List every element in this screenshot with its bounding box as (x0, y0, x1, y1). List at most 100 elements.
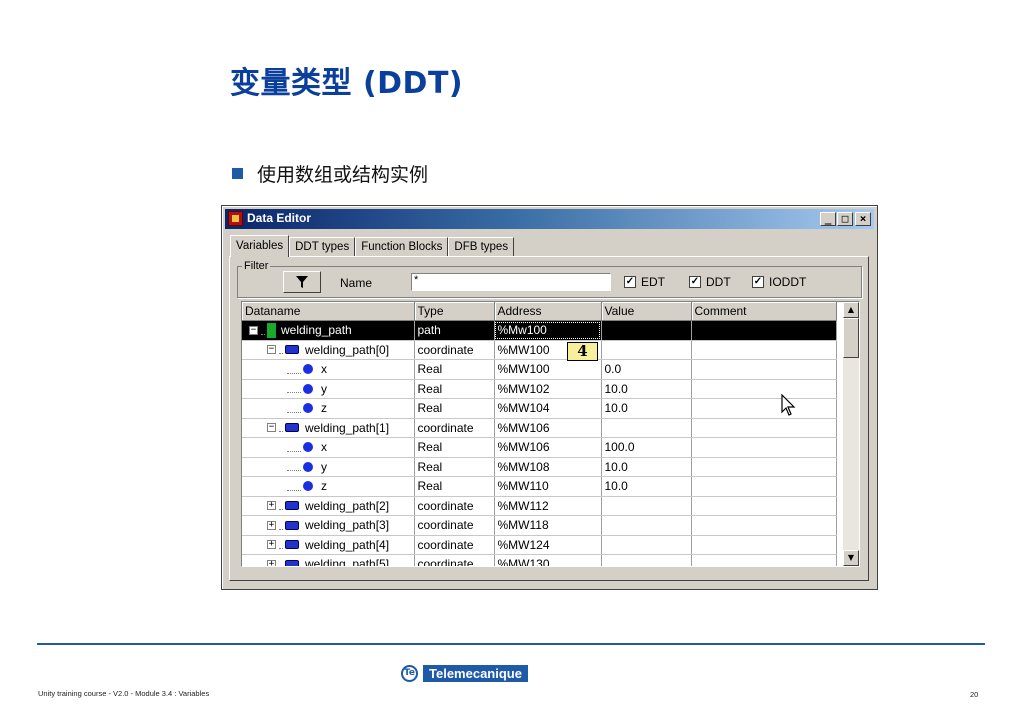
collapse-toggle-icon[interactable]: − (267, 423, 276, 433)
cell-dataname[interactable]: z (242, 398, 415, 419)
cell-dataname[interactable]: y (242, 379, 415, 399)
name-filter-input[interactable]: * (411, 273, 611, 291)
cell-type[interactable]: coordinate (414, 554, 495, 566)
cell-address[interactable]: %MW118 (494, 515, 602, 536)
table-row[interactable]: + welding_path[4] coordinate %MW124 (242, 535, 837, 555)
edt-checkbox[interactable]: ✓ EDT (624, 275, 665, 289)
cell-value[interactable] (601, 554, 692, 566)
expand-toggle-icon[interactable]: + (267, 559, 276, 566)
cell-value[interactable]: 10.0 (601, 476, 692, 497)
table-row[interactable]: x Real %MW106 100.0 (242, 437, 837, 458)
scroll-thumb[interactable] (843, 318, 859, 358)
cell-type[interactable]: coordinate (414, 418, 495, 438)
ddt-checkbox[interactable]: ✓ DDT (689, 275, 731, 289)
maximize-button[interactable]: □ (837, 212, 853, 226)
table-row[interactable]: − welding_path[1] coordinate %MW106 (242, 418, 837, 438)
tab-ddt-types[interactable]: DDT types (289, 237, 356, 256)
cell-dataname[interactable]: − welding_path (242, 320, 415, 341)
cell-type[interactable]: Real (414, 379, 495, 399)
cell-comment[interactable] (691, 418, 837, 438)
cell-value[interactable] (601, 535, 692, 555)
cell-dataname[interactable]: y (242, 457, 415, 477)
col-header-address[interactable]: Address (494, 302, 602, 321)
cell-value[interactable]: 10.0 (601, 457, 692, 477)
tab-variables[interactable]: Variables (230, 235, 290, 257)
cell-dataname[interactable]: + welding_path[3] (242, 515, 415, 536)
cell-value[interactable] (601, 515, 692, 536)
cell-value[interactable] (601, 320, 692, 341)
cell-value[interactable] (601, 496, 692, 516)
cell-address[interactable]: %MW130 (494, 554, 602, 566)
cell-dataname[interactable]: z (242, 476, 415, 497)
cell-address[interactable]: %MW112 (494, 496, 602, 516)
table-row[interactable]: z Real %MW110 10.0 (242, 476, 837, 497)
cell-address[interactable]: %MW100 (494, 359, 602, 380)
cell-comment[interactable] (691, 379, 837, 399)
cell-dataname[interactable]: − welding_path[1] (242, 418, 415, 438)
cell-value[interactable] (601, 340, 692, 360)
table-row[interactable]: y Real %MW102 10.0 (242, 379, 837, 399)
cell-address[interactable]: %Mw100 (494, 320, 602, 341)
ioddt-checkbox[interactable]: ✓ IODDT (752, 275, 806, 289)
cell-value[interactable]: 100.0 (601, 437, 692, 458)
cell-type[interactable]: coordinate (414, 496, 495, 516)
cell-value[interactable]: 10.0 (601, 398, 692, 419)
cell-comment[interactable] (691, 340, 837, 360)
cell-comment[interactable] (691, 476, 837, 497)
cell-comment[interactable] (691, 554, 837, 566)
cell-value[interactable] (601, 418, 692, 438)
cell-type[interactable]: Real (414, 359, 495, 380)
cell-dataname[interactable]: x (242, 359, 415, 380)
close-button[interactable]: × (855, 212, 871, 226)
collapse-toggle-icon[interactable]: − (267, 345, 276, 355)
cell-address[interactable]: %MW106 (494, 418, 602, 438)
cell-address[interactable]: %MW102 (494, 379, 602, 399)
cell-dataname[interactable]: − welding_path[0] (242, 340, 415, 360)
cell-dataname[interactable]: + welding_path[2] (242, 496, 415, 516)
collapse-toggle-icon[interactable]: − (249, 325, 258, 335)
cell-address[interactable]: %MW110 (494, 476, 602, 497)
cell-type[interactable]: coordinate (414, 535, 495, 555)
table-row[interactable]: y Real %MW108 10.0 (242, 457, 837, 477)
cell-value[interactable]: 0.0 (601, 359, 692, 380)
window-titlebar[interactable]: Data Editor _ □ × (225, 209, 874, 229)
minimize-button[interactable]: _ (820, 212, 836, 226)
expand-toggle-icon[interactable]: + (267, 501, 276, 511)
tab-function-blocks[interactable]: Function Blocks (355, 237, 449, 256)
scroll-up-arrow-icon[interactable]: ▲ (843, 302, 859, 318)
expand-toggle-icon[interactable]: + (267, 540, 276, 550)
cell-dataname[interactable]: + welding_path[4] (242, 535, 415, 555)
cell-comment[interactable] (691, 496, 837, 516)
col-header-comment[interactable]: Comment (691, 302, 837, 321)
cell-address[interactable]: %MW106 (494, 437, 602, 458)
cell-address[interactable]: %MW124 (494, 535, 602, 555)
cell-address[interactable]: %MW108 (494, 457, 602, 477)
cell-dataname[interactable]: + welding_path[5] (242, 554, 415, 566)
cell-comment[interactable] (691, 457, 837, 477)
cell-comment[interactable] (691, 437, 837, 458)
table-row[interactable]: − welding_path[0] coordinate %MW100 (242, 340, 837, 360)
table-row[interactable]: + welding_path[2] coordinate %MW112 (242, 496, 837, 516)
table-row[interactable]: + welding_path[3] coordinate %MW118 (242, 515, 837, 536)
cell-address[interactable]: %MW104 (494, 398, 602, 419)
expand-toggle-icon[interactable]: + (267, 520, 276, 530)
cell-comment[interactable] (691, 359, 837, 380)
cell-type[interactable]: Real (414, 476, 495, 497)
col-header-value[interactable]: Value (601, 302, 692, 321)
cell-value[interactable]: 10.0 (601, 379, 692, 399)
filter-funnel-button[interactable] (283, 271, 321, 293)
cell-comment[interactable] (691, 398, 837, 419)
cell-comment[interactable] (691, 320, 837, 341)
cell-type[interactable]: Real (414, 457, 495, 477)
cell-comment[interactable] (691, 515, 837, 536)
table-row[interactable]: z Real %MW104 10.0 (242, 398, 837, 419)
cell-type[interactable]: Real (414, 398, 495, 419)
variables-grid[interactable]: Dataname Type Address Value Comment − wel… (241, 301, 860, 567)
table-row[interactable]: − welding_path path %Mw100 (242, 320, 837, 341)
cell-type[interactable]: coordinate (414, 515, 495, 536)
tab-dfb-types[interactable]: DFB types (448, 237, 515, 256)
cell-dataname[interactable]: x (242, 437, 415, 458)
cell-type[interactable]: coordinate (414, 340, 495, 360)
cell-comment[interactable] (691, 535, 837, 555)
col-header-dataname[interactable]: Dataname (242, 302, 415, 321)
